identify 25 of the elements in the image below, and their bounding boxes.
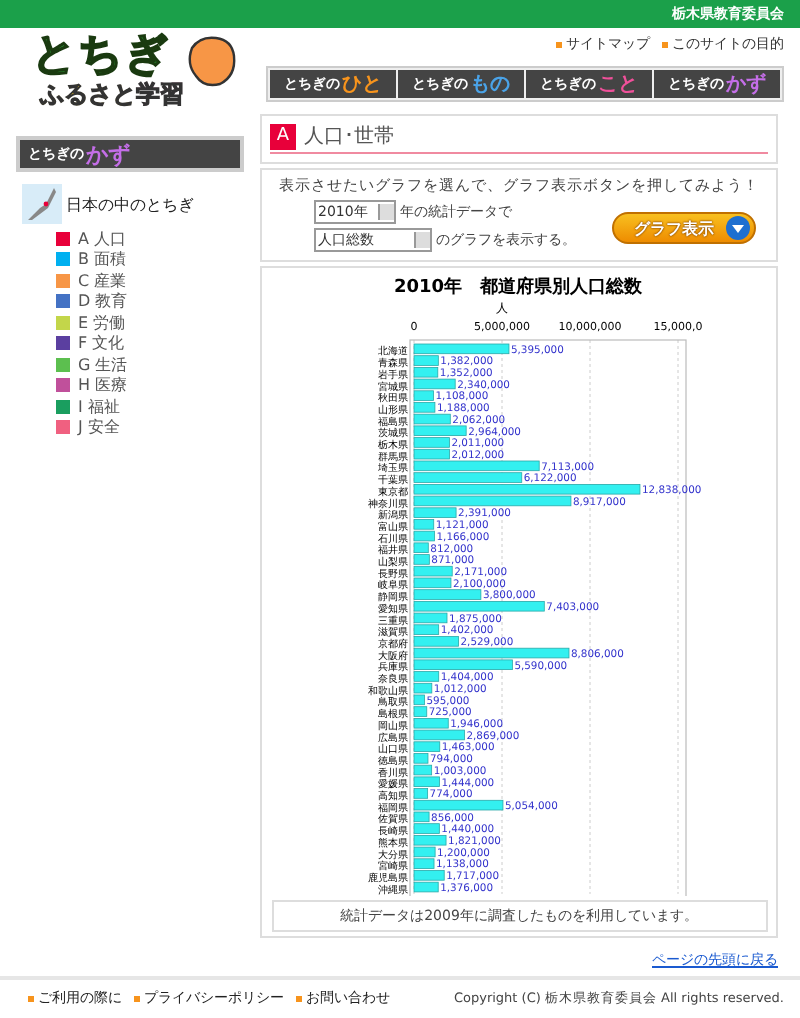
japan-map-icon[interactable] [22, 184, 62, 224]
category-link[interactable]: H 医療 [78, 374, 128, 397]
tab-word: もの [470, 72, 510, 98]
logo-title[interactable]: とちぎ [16, 32, 252, 80]
tab-word: かず [726, 71, 766, 98]
category-link[interactable]: G 生活 [78, 353, 128, 376]
category-link[interactable]: I 福祉 [78, 395, 120, 418]
dropdown-icon [378, 204, 394, 220]
chart-title: 2010年 都道府県別人口総数 [393, 278, 643, 298]
category-link[interactable]: J 安全 [78, 416, 120, 439]
tab-word: ひと [342, 72, 382, 98]
logo-subtitle: ふるさと [40, 80, 136, 110]
category-link[interactable]: D 教育 [78, 290, 128, 313]
category-link[interactable]: F 文化 [78, 332, 125, 355]
section-title: 人口･世帯 [304, 123, 394, 150]
heading-word: かず [86, 139, 130, 169]
section-letter: A [270, 123, 296, 149]
dropdown-icon [414, 232, 430, 248]
category-link[interactable]: A 人口 [78, 227, 127, 250]
category-link[interactable]: C 産業 [78, 269, 127, 292]
tab-word: こと [598, 72, 638, 98]
category-link[interactable]: B 面積 [78, 248, 127, 271]
map-link[interactable]: 日本の中のとちぎ [66, 193, 194, 215]
category-link[interactable]: E 労働 [78, 311, 126, 334]
logo-subtitle: 学習 [136, 80, 184, 110]
